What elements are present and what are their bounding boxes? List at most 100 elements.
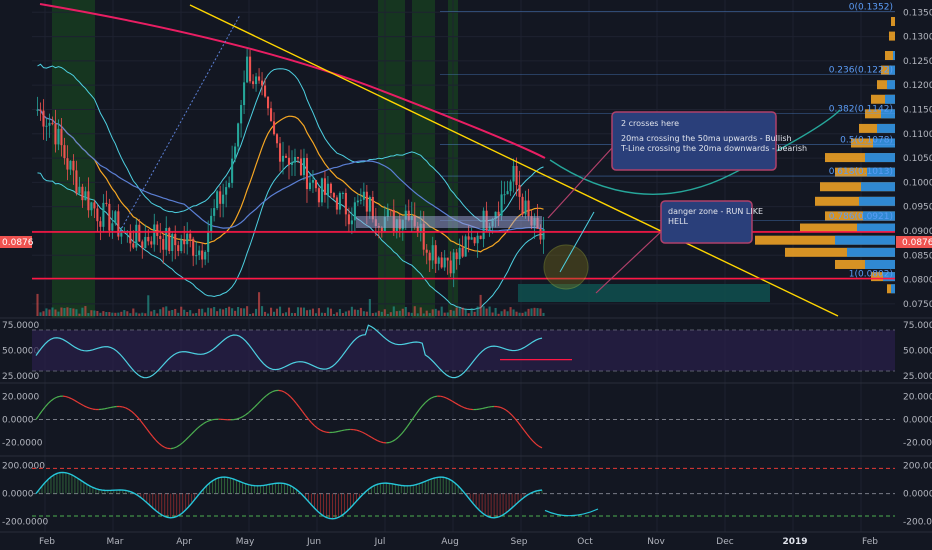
rsi-pane-tick-1: 50.0000 bbox=[903, 347, 932, 357]
candle-body bbox=[51, 122, 54, 125]
osc-pane-tick-left-2: -20.0000 bbox=[2, 439, 43, 449]
volume-bar bbox=[57, 311, 60, 316]
vp-row-up-19 bbox=[891, 284, 895, 294]
candle-body bbox=[243, 82, 246, 106]
crosses-note-title: 2 crosses here bbox=[621, 119, 679, 128]
candle-body bbox=[249, 56, 252, 82]
vp-row-up-12 bbox=[859, 196, 895, 206]
volume-bar bbox=[407, 312, 410, 316]
volume-bar bbox=[452, 310, 455, 316]
candle-body bbox=[105, 202, 108, 204]
price-tick-8: 0.0950 bbox=[903, 203, 932, 213]
candle-body bbox=[42, 110, 45, 127]
candle-body bbox=[99, 221, 102, 227]
volume-bar bbox=[204, 312, 207, 316]
candle-body bbox=[78, 186, 81, 194]
volume-bar bbox=[240, 308, 243, 316]
volume-bar bbox=[129, 313, 132, 316]
volume-bar bbox=[521, 312, 524, 316]
volume-bar bbox=[293, 313, 297, 316]
volume-bar bbox=[296, 307, 300, 316]
candle-body bbox=[299, 158, 303, 176]
vp-row-up-15 bbox=[835, 235, 895, 245]
volume-bar bbox=[314, 313, 317, 316]
current-price-left-text: 0.0876 bbox=[2, 238, 34, 248]
volume-bar bbox=[539, 308, 542, 316]
volume-bar bbox=[470, 308, 473, 316]
vp-row-up-17 bbox=[865, 259, 895, 269]
volume-bar bbox=[39, 312, 42, 316]
candle-body bbox=[335, 197, 338, 210]
candle-body bbox=[470, 237, 473, 240]
volume-bar bbox=[225, 307, 228, 316]
volume-bar bbox=[503, 309, 506, 316]
volume-bar bbox=[278, 306, 282, 316]
price-tick-12: 0.0750 bbox=[903, 300, 932, 310]
volume-bar bbox=[171, 309, 174, 316]
volume-bar bbox=[249, 313, 252, 316]
volume-bar bbox=[389, 312, 392, 316]
volume-bar bbox=[159, 309, 162, 316]
volume-bar bbox=[108, 312, 111, 316]
price-tick-9: 0.0900 bbox=[903, 227, 932, 237]
candle-body bbox=[129, 230, 132, 244]
volume-bar bbox=[96, 310, 99, 316]
candle-body bbox=[54, 124, 57, 145]
volume-bar bbox=[359, 307, 362, 316]
volume-bar bbox=[216, 311, 219, 316]
volume-bar bbox=[494, 307, 497, 316]
candle-body bbox=[252, 81, 255, 85]
volume-bar bbox=[237, 307, 240, 316]
volume-bar bbox=[189, 310, 192, 316]
volume-bar bbox=[78, 313, 81, 316]
candle-body bbox=[159, 235, 162, 239]
crosses-note-line2: T-Line crossing the 20ma downwards - bea… bbox=[620, 144, 807, 153]
volume-bar bbox=[401, 308, 404, 316]
volume-bar bbox=[431, 309, 434, 316]
volume-bar bbox=[353, 309, 356, 316]
candle-body bbox=[201, 250, 204, 260]
candle-body bbox=[45, 125, 48, 127]
volume-bar bbox=[374, 312, 377, 316]
candle-body bbox=[344, 192, 347, 215]
volume-bar bbox=[323, 312, 326, 316]
candle-body bbox=[461, 247, 464, 257]
volume-bar bbox=[416, 313, 419, 316]
candle-body bbox=[458, 247, 461, 260]
candle-body bbox=[293, 157, 297, 163]
candle-body bbox=[278, 143, 282, 162]
osc-segment bbox=[484, 406, 489, 409]
volume-bar bbox=[99, 312, 102, 316]
volume-bar bbox=[192, 313, 195, 316]
candle-body bbox=[515, 165, 518, 185]
osc-segment bbox=[353, 429, 357, 431]
volume-bar bbox=[54, 309, 57, 316]
volume-bar bbox=[183, 309, 186, 316]
candle-body bbox=[48, 122, 51, 126]
candle-body bbox=[72, 160, 75, 171]
candle-body bbox=[228, 182, 231, 188]
volume-bar bbox=[168, 310, 171, 316]
volume-bar bbox=[371, 313, 374, 316]
candle-body bbox=[258, 76, 261, 81]
volume-bar bbox=[362, 311, 365, 316]
volume-bar bbox=[338, 309, 341, 316]
volume-bar bbox=[231, 308, 234, 316]
volume-bar bbox=[261, 306, 264, 316]
candle-body bbox=[317, 188, 320, 203]
volume-bar bbox=[63, 307, 66, 316]
volume-bar bbox=[93, 310, 96, 316]
candle-body bbox=[338, 193, 341, 210]
osc-segment bbox=[101, 408, 105, 410]
volume-bar bbox=[500, 311, 503, 316]
candle-body bbox=[156, 224, 159, 236]
candle-body bbox=[347, 214, 350, 225]
volume-bar bbox=[524, 311, 527, 316]
candle-body bbox=[365, 191, 368, 212]
price-tick-1: 0.1300 bbox=[903, 33, 932, 43]
candle-body bbox=[464, 236, 467, 257]
danger-note[interactable]: danger zone - RUN LIKE HELL bbox=[660, 200, 763, 244]
volume-bar bbox=[195, 313, 198, 316]
candle-body bbox=[183, 239, 186, 245]
candle-body bbox=[84, 191, 87, 201]
